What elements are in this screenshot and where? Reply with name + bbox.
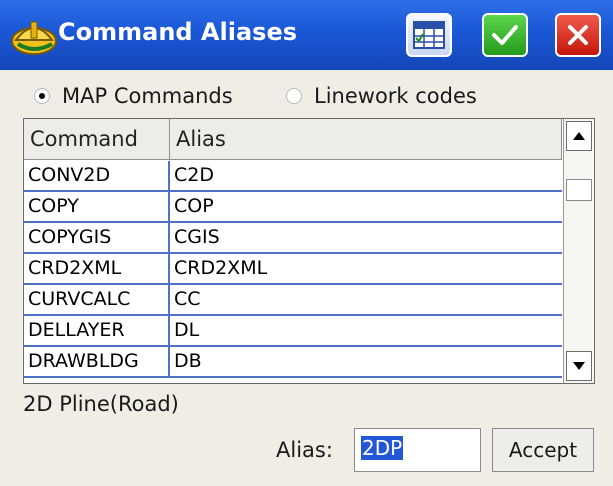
table-row[interactable]: CONV2D C2D [24,161,562,192]
column-header-alias[interactable]: Alias [170,119,562,159]
command-cell: COPY [24,192,170,221]
table-body: CONV2D C2D COPY COP COPYGIS CGIS CRD2XML… [24,161,562,378]
arrow-down-icon [573,362,585,370]
command-cell: COPYGIS [24,223,170,252]
table-row[interactable]: DRAWBLDG DB [24,347,562,378]
alias-cell: C2D [174,164,214,186]
command-cell: DRAWBLDG [24,347,170,376]
title-bar: Command Aliases [0,0,613,70]
table-header: Command Alias [24,119,562,160]
alias-cell: CC [174,288,201,310]
alias-table: Command Alias CONV2D C2D COPY COP COPYGI… [23,118,595,384]
alias-cell: DB [174,350,202,372]
scroll-down-button[interactable] [566,351,592,381]
ok-button[interactable] [482,13,528,57]
alias-cell: CRD2XML [174,257,268,279]
checkmark-icon [492,25,518,45]
scroll-thumb[interactable] [566,179,592,201]
alias-cell: CGIS [174,226,220,248]
command-cell: CRD2XML [24,254,170,283]
command-cell: CONV2D [24,161,170,190]
accept-button[interactable]: Accept [492,428,594,472]
radio-map-commands[interactable]: MAP Commands [34,84,233,108]
table-row[interactable]: COPY COP [24,192,562,223]
command-cell: DELLAYER [24,316,170,345]
table-row[interactable]: CRD2XML CRD2XML [24,254,562,285]
radio-indicator [34,88,50,104]
table-row[interactable]: COPYGIS CGIS [24,223,562,254]
grid-select-icon [413,21,445,49]
column-header-command[interactable]: Command [24,119,170,159]
radio-label: Linework codes [314,84,477,108]
radio-linework-codes[interactable]: Linework codes [286,84,477,108]
hard-hat-icon [11,21,57,55]
alias-label: Alias: [276,438,333,462]
alias-cell: DL [174,319,200,341]
alias-input-value: 2DP [361,436,404,460]
close-icon [568,25,588,45]
grid-select-button[interactable] [406,13,452,57]
alias-cell: COP [174,195,214,217]
radio-indicator [286,88,302,104]
table-row[interactable]: DELLAYER DL [24,316,562,347]
table-row[interactable]: CURVCALC CC [24,285,562,316]
table-scrollbar[interactable] [563,119,594,383]
command-description: 2D Pline(Road) [23,392,179,416]
command-cell: CURVCALC [24,285,170,314]
radio-label: MAP Commands [62,84,233,108]
window-title: Command Aliases [58,18,298,46]
alias-input[interactable]: 2DP [354,428,481,472]
scroll-up-button[interactable] [566,121,592,151]
arrow-up-icon [573,132,585,140]
close-button[interactable] [555,13,601,57]
